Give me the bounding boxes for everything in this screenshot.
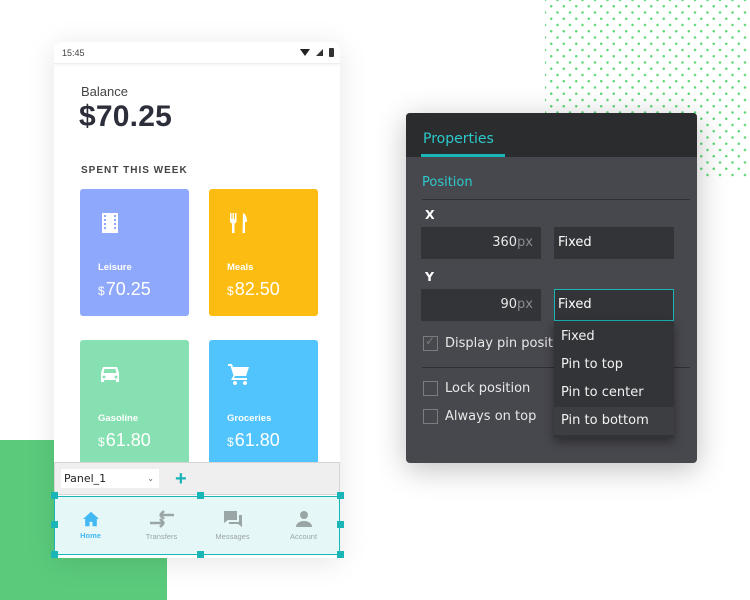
category-card-gasoline[interactable]: Gasoline $61.80	[80, 340, 189, 467]
resize-handle[interactable]	[51, 521, 58, 528]
nav-label: Messages	[215, 532, 250, 541]
nav-item-account[interactable]: Account	[269, 510, 339, 541]
currency-symbol: $	[227, 435, 234, 449]
card-name: Gasoline	[98, 413, 139, 424]
category-card-meals[interactable]: Meals $82.50	[209, 189, 318, 316]
amount-value: 82.50	[234, 279, 280, 299]
wifi-icon	[300, 49, 310, 56]
card-amount: $61.80	[98, 430, 151, 451]
amount-value: 70.25	[105, 279, 151, 299]
properties-panel: Properties Position X 360px Fixed Y 90px…	[406, 113, 697, 463]
y-value-input[interactable]: 90px	[421, 289, 541, 321]
panel-select[interactable]: Panel_1 ⌄	[61, 469, 159, 488]
x-unit: px	[517, 235, 533, 250]
nav-item-home[interactable]: Home	[56, 511, 126, 540]
car-icon	[101, 367, 119, 382]
home-icon	[82, 511, 99, 527]
dropdown-option-pin-to-center[interactable]: Pin to center	[554, 379, 674, 407]
resize-handle[interactable]	[337, 521, 344, 528]
y-unit: px	[517, 297, 533, 312]
x-label: X	[425, 207, 435, 222]
always-on-top-checkbox[interactable]	[423, 409, 438, 424]
display-pin-checkbox[interactable]	[423, 334, 438, 351]
dropdown-option-pin-to-bottom[interactable]: Pin to bottom	[554, 407, 674, 435]
x-mode-select[interactable]: Fixed	[554, 227, 674, 259]
display-pin-label: Display pin posit	[445, 336, 553, 351]
x-value-input[interactable]: 360px	[421, 227, 541, 259]
resize-handle[interactable]	[337, 492, 344, 499]
currency-symbol: $	[98, 435, 105, 449]
card-name: Groceries	[227, 413, 272, 424]
resize-handle[interactable]	[197, 551, 204, 558]
amount-value: 61.80	[234, 430, 280, 450]
amount-value: 61.80	[105, 430, 151, 450]
resize-handle[interactable]	[337, 551, 344, 558]
transfers-icon	[149, 510, 174, 528]
dropdown-option-fixed[interactable]: Fixed	[554, 323, 674, 351]
battery-icon	[329, 48, 334, 57]
film-icon	[102, 213, 118, 233]
nav-item-messages[interactable]: Messages	[198, 510, 268, 541]
resize-handle[interactable]	[51, 551, 58, 558]
nav-item-transfers[interactable]: Transfers	[127, 510, 197, 541]
card-name: Leisure	[98, 262, 132, 273]
card-amount: $61.80	[227, 430, 280, 451]
y-value: 90	[500, 297, 518, 312]
panel-select-value: Panel_1	[64, 472, 107, 485]
always-on-top-option[interactable]: Always on top	[423, 409, 536, 424]
card-name: Meals	[227, 262, 254, 273]
bottom-nav-panel[interactable]: Home Transfers Messages Account	[54, 496, 340, 555]
balance-label: Balance	[81, 84, 128, 99]
tab-active-indicator	[421, 154, 505, 157]
tab-properties[interactable]: Properties	[423, 131, 494, 147]
cart-icon	[228, 364, 249, 385]
y-label: Y	[425, 269, 435, 284]
display-pin-option[interactable]: Display pin posit	[423, 334, 553, 351]
x-value: 360	[492, 235, 518, 250]
status-time: 15:45	[62, 47, 85, 58]
category-card-groceries[interactable]: Groceries $61.80	[209, 340, 318, 467]
account-icon	[295, 511, 312, 527]
category-card-leisure[interactable]: Leisure $70.25	[80, 189, 189, 316]
dropdown-option-pin-to-top[interactable]: Pin to top	[554, 351, 674, 379]
properties-header: Properties	[406, 113, 697, 157]
resize-handle[interactable]	[51, 492, 58, 499]
status-bar: 15:45	[54, 42, 340, 64]
card-amount: $70.25	[98, 279, 151, 300]
nav-label: Account	[289, 532, 318, 541]
lock-position-option[interactable]: Lock position	[423, 381, 530, 396]
always-on-top-label: Always on top	[445, 409, 537, 424]
resize-handle[interactable]	[197, 492, 204, 499]
balance-value: $70.25	[79, 100, 172, 133]
lock-position-label: Lock position	[445, 381, 531, 396]
lock-position-checkbox[interactable]	[423, 381, 438, 396]
nav-label: Home	[80, 531, 101, 540]
chevron-down-icon: ⌄	[147, 474, 154, 483]
divider	[422, 199, 690, 200]
currency-symbol: $	[227, 284, 234, 298]
add-panel-button[interactable]: +	[175, 469, 187, 489]
cutlery-icon	[230, 213, 247, 233]
messages-icon	[223, 511, 242, 527]
panel-toolbar: Panel_1 ⌄ +	[54, 462, 340, 495]
y-mode-dropdown-menu: Fixed Pin to top Pin to center Pin to bo…	[554, 321, 674, 438]
nav-label: Transfers	[145, 532, 178, 541]
card-amount: $82.50	[227, 279, 280, 300]
section-position-title: Position	[422, 175, 473, 190]
spent-this-week-label: SPENT THIS WEEK	[81, 165, 188, 176]
currency-symbol: $	[98, 284, 105, 298]
y-mode-select[interactable]: Fixed	[554, 289, 674, 321]
signal-icon	[316, 49, 323, 56]
